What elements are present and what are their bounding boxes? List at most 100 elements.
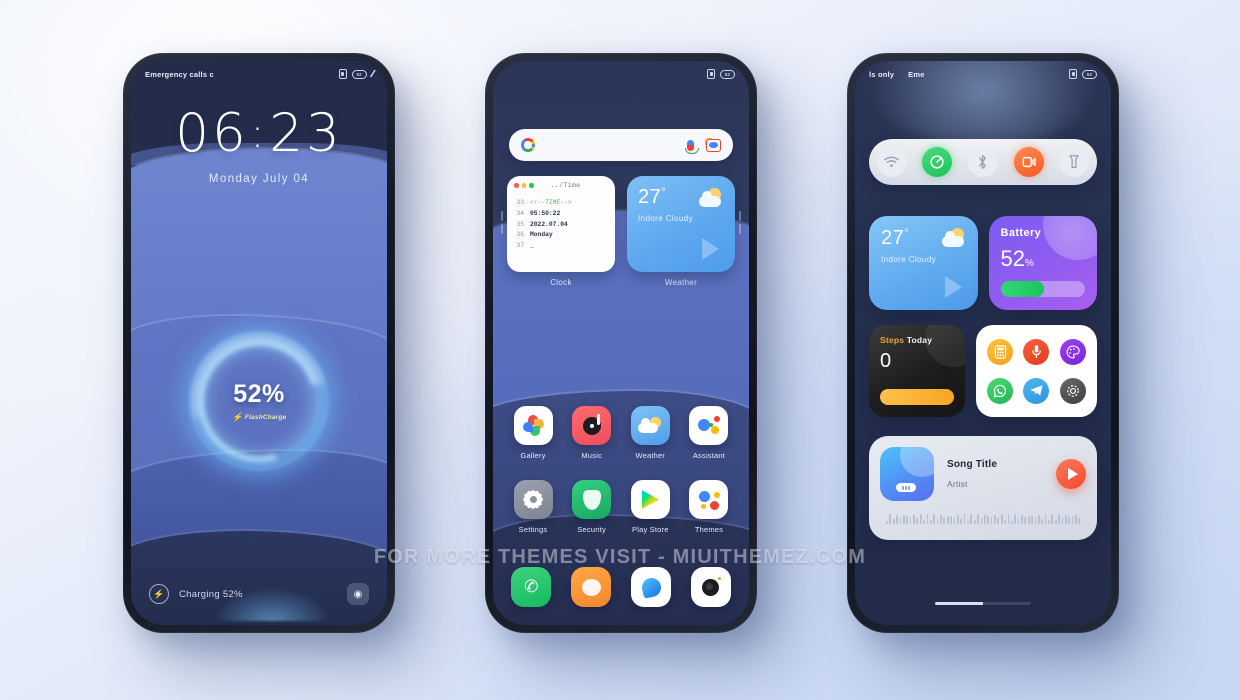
- album-art: [880, 447, 934, 501]
- minimize-dot-icon: [521, 183, 526, 188]
- app-row-2: Settings Security Play Store Themes: [507, 480, 735, 534]
- google-search-bar[interactable]: [509, 129, 733, 161]
- battery-progress-bar: [1000, 281, 1085, 297]
- waveform-bar: [963, 514, 966, 524]
- app-label: Settings: [518, 525, 548, 534]
- dock-phone[interactable]: ✆: [505, 567, 557, 607]
- flashlight-toggle[interactable]: [1059, 147, 1090, 177]
- waveform-bar: [933, 514, 936, 524]
- google-lens-icon[interactable]: [705, 137, 721, 152]
- line-number: 35: [516, 220, 524, 228]
- play-icon: [1067, 468, 1078, 480]
- waveform-bar: [973, 519, 976, 524]
- wifi-toggle[interactable]: [876, 147, 907, 177]
- waveform-bar: [906, 516, 909, 524]
- music-player-widget[interactable]: Song Title Artist: [869, 436, 1097, 540]
- calculator-shortcut[interactable]: [987, 338, 1014, 365]
- waveform-bar: [916, 518, 919, 524]
- settings-icon: [513, 480, 553, 519]
- waveform-bar: [1007, 514, 1010, 524]
- play-button[interactable]: [1056, 459, 1086, 489]
- app-label: Gallery: [520, 451, 546, 460]
- recorder-shortcut[interactable]: [1023, 338, 1050, 365]
- whatsapp-shortcut[interactable]: [987, 377, 1014, 404]
- weather-widget-label: Weather: [664, 278, 698, 287]
- waveform-bar: [1021, 514, 1023, 524]
- waveform-bar: [1031, 515, 1033, 524]
- dock-browser[interactable]: [625, 567, 677, 607]
- app-grid: Gallery Music Weather Assistant Settings…: [507, 406, 735, 554]
- clock-widget-label: Clock: [550, 278, 572, 287]
- clock-widget[interactable]: ../Time 33 <!--TIME--> 34 05:50:22 35 2022.…: [507, 176, 615, 287]
- weather-icon: [630, 406, 670, 445]
- flash-circle-icon[interactable]: ⚡: [149, 584, 169, 604]
- app-security[interactable]: Security: [566, 480, 618, 534]
- waveform-bar: [899, 517, 902, 524]
- waveform-bar: [1014, 514, 1017, 524]
- weather-temp: 27: [881, 227, 905, 249]
- home-indicator[interactable]: [935, 601, 1031, 605]
- app-row-1: Gallery Music Weather Assistant: [507, 406, 735, 460]
- weather-widget[interactable]: 27° Indore Cloudy Weather: [627, 176, 735, 287]
- app-gallery[interactable]: Gallery: [507, 406, 559, 460]
- battery-widget[interactable]: Battery 52%: [988, 216, 1097, 310]
- bluetooth-toggle[interactable]: [967, 147, 998, 177]
- sound-toggle[interactable]: [1013, 147, 1044, 177]
- app-assistant[interactable]: Assistant: [683, 406, 735, 460]
- waveform-bar: [926, 514, 929, 524]
- camera-shortcut-icon[interactable]: ◉: [347, 583, 369, 605]
- app-weather[interactable]: Weather: [624, 406, 676, 460]
- telegram-shortcut[interactable]: [1023, 377, 1050, 404]
- steps-widget[interactable]: Steps Today 0: [869, 325, 965, 417]
- waveform-bar: [953, 517, 956, 524]
- waveform-bar: [1017, 518, 1020, 524]
- statusbar-carrier-2: Eme: [908, 69, 925, 79]
- dock-messages[interactable]: [565, 567, 617, 607]
- waveform-bar: [1078, 517, 1081, 524]
- weather-widget[interactable]: 27° Indore Cloudy: [869, 216, 978, 310]
- quick-toggles-bar: [869, 139, 1097, 185]
- music-metadata: Song Title Artist: [947, 459, 997, 489]
- music-player-top: Song Title Artist: [880, 447, 1086, 501]
- weather-unit: °: [904, 227, 910, 240]
- close-dot-icon: [514, 183, 519, 188]
- charge-percent: 52%: [233, 379, 285, 408]
- steps-title-accent: Steps: [880, 335, 905, 345]
- waveform-bar: [1000, 514, 1003, 524]
- code-line-text: 05:50:22: [530, 209, 561, 217]
- waveform-bar: [923, 520, 925, 524]
- page-indicator-right: [739, 211, 741, 234]
- app-play-store[interactable]: Play Store: [624, 480, 676, 534]
- statusbar-icons: 52: [1069, 69, 1097, 79]
- search-actions: [684, 137, 721, 154]
- google-logo-icon: [521, 138, 535, 152]
- waveform-bar: [1037, 514, 1040, 524]
- waveform-bar: [889, 514, 892, 524]
- settings-shortcut[interactable]: [1059, 377, 1086, 404]
- gallery-icon: [513, 406, 553, 445]
- statusbar-carrier: ls only Eme: [869, 70, 925, 79]
- flashcharge-badge: ⚡ FlashCharge: [232, 412, 287, 423]
- waveform-bar: [892, 519, 895, 524]
- weather-desc: Indore Cloudy: [638, 214, 694, 223]
- app-themes[interactable]: Themes: [683, 480, 735, 534]
- themes-shortcut[interactable]: [1059, 338, 1086, 365]
- clock-widget-card: ../Time 33 <!--TIME--> 34 05:50:22 35 2022.…: [507, 176, 615, 272]
- waveform-bar: [1027, 515, 1030, 524]
- dock-camera[interactable]: [685, 567, 737, 607]
- steps-progress-bar: [880, 389, 954, 405]
- waveform-bar: [919, 514, 922, 524]
- sim-icon: [1069, 69, 1077, 79]
- app-settings[interactable]: Settings: [507, 480, 559, 534]
- microphone-icon[interactable]: [684, 139, 699, 154]
- maximize-dot-icon: [529, 183, 534, 188]
- mobile-data-toggle[interactable]: [922, 147, 953, 177]
- themes-icon: [689, 480, 729, 519]
- app-music[interactable]: Music: [566, 406, 618, 460]
- lockscreen-date: Monday July 04: [208, 173, 310, 185]
- weather-decoration: [702, 238, 719, 260]
- statusbar-carrier: Emergency calls c: [145, 69, 214, 79]
- control-center-screen: ls only Eme 52 27° Indore Cloudy Battery…: [855, 61, 1111, 625]
- waveform-bar: [977, 514, 979, 524]
- browser-icon: [631, 567, 671, 607]
